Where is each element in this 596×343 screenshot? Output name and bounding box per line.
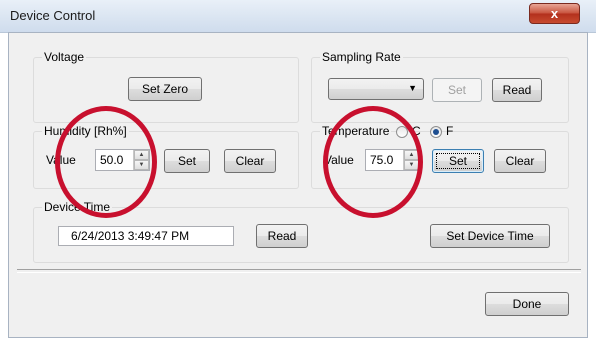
unit-f-label: F [446,124,454,138]
device-control-window: Device Control x Voltage Set Zero Sampli… [0,0,596,343]
set-device-time-button[interactable]: Set Device Time [430,224,550,248]
window-title: Device Control [10,8,96,23]
sampling-rate-read-button[interactable]: Read [492,78,542,102]
unit-f-radio[interactable] [430,126,442,138]
close-button[interactable]: x [529,3,580,24]
sampling-rate-set-button[interactable]: Set [432,78,482,102]
temperature-clear-button[interactable]: Clear [494,149,546,173]
humidity-set-button[interactable]: Set [164,149,210,173]
sampling-rate-group-label: Sampling Rate [320,50,403,64]
humidity-annotation-circle [55,106,157,218]
device-time-field[interactable]: 6/24/2013 3:49:47 PM [58,226,234,246]
title-bar[interactable]: Device Control x [0,0,596,33]
voltage-group-label: Voltage [42,50,87,64]
voltage-group: Voltage Set Zero [33,50,299,123]
client-area: Voltage Set Zero Sampling Rate ▼ Set Rea… [8,32,588,338]
done-button[interactable]: Done [485,292,569,316]
temperature-set-button[interactable]: Set [432,149,484,173]
humidity-clear-button[interactable]: Clear [224,149,276,173]
device-time-read-button[interactable]: Read [256,224,308,248]
close-icon: x [550,6,559,21]
sampling-rate-select[interactable]: ▼ [328,78,424,100]
temperature-annotation-circle [323,106,423,218]
focus-indicator [436,153,480,169]
footer-separator [17,269,581,273]
chevron-down-icon: ▼ [408,83,417,93]
set-zero-button[interactable]: Set Zero [128,77,202,101]
